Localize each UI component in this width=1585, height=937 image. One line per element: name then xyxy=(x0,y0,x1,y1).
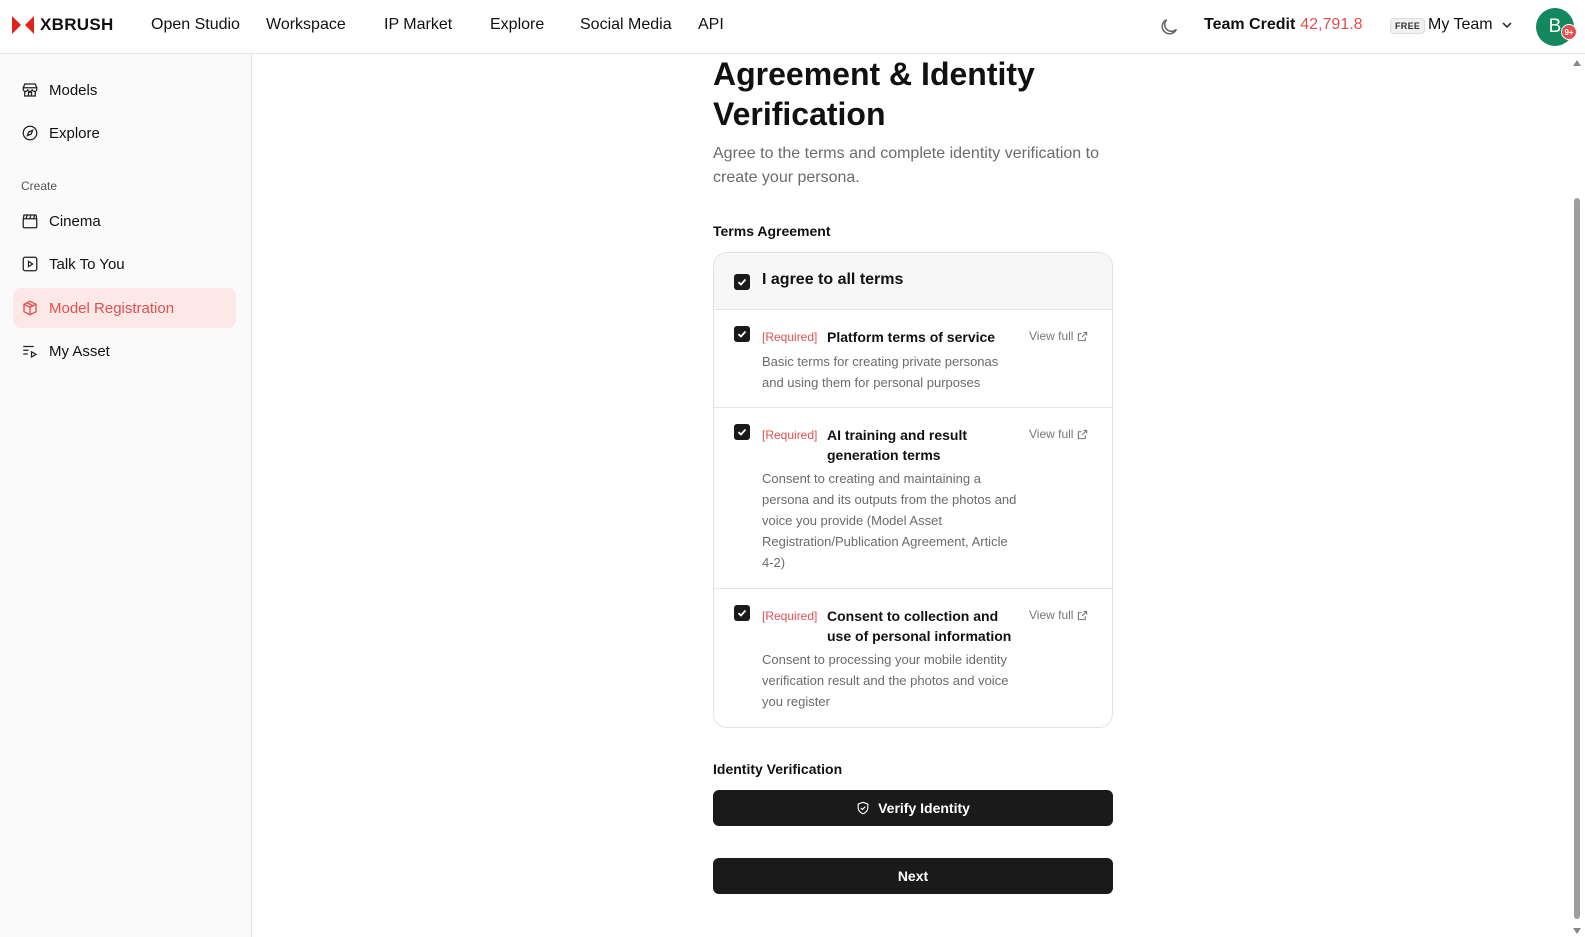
plan-badge: FREE xyxy=(1390,18,1426,34)
terms-agreement-label: Terms Agreement xyxy=(713,223,831,239)
agree-all-row[interactable]: I agree to all terms xyxy=(714,253,1112,310)
identity-verification-label: Identity Verification xyxy=(713,761,843,777)
moon-icon[interactable] xyxy=(1158,16,1180,38)
view-full-link[interactable]: View full xyxy=(1029,427,1088,441)
term-description: Consent to creating and maintaining a pe… xyxy=(762,471,1017,570)
sidebar-item-my-asset[interactable]: My Asset xyxy=(13,331,236,371)
top-navigation-bar: XBRUSH Open Studio Workspace IP Market E… xyxy=(0,0,1585,54)
external-link-icon xyxy=(1078,610,1088,620)
term-checkbox-ai-training[interactable] xyxy=(734,424,750,440)
box-icon xyxy=(23,300,37,316)
sidebar: Models Explore Create Cinema Talk To You… xyxy=(0,54,252,937)
team-selector[interactable]: My Team xyxy=(1428,16,1513,34)
play-square-icon xyxy=(22,256,38,272)
verify-identity-label: Verify Identity xyxy=(878,800,970,816)
team-credit-value: 42,791.8 xyxy=(1300,16,1363,33)
term-checkbox-platform[interactable] xyxy=(734,326,750,342)
check-icon xyxy=(737,609,747,617)
clapperboard-icon xyxy=(22,214,38,229)
term-item-ai-training: [Required] AI training and result genera… xyxy=(714,408,1112,589)
sidebar-item-model-registration[interactable]: Model Registration xyxy=(13,288,236,328)
team-credit-label: Team Credit xyxy=(1204,16,1296,33)
compass-icon xyxy=(22,125,38,141)
scroll-up-arrow[interactable] xyxy=(1573,60,1581,66)
check-icon xyxy=(737,330,747,338)
agree-all-checkbox[interactable] xyxy=(734,274,750,290)
sidebar-section-create: Create xyxy=(21,179,58,193)
nav-api[interactable]: API xyxy=(698,16,724,34)
xbrush-logo-icon xyxy=(12,16,34,34)
sidebar-item-explore[interactable]: Explore xyxy=(13,113,236,153)
view-full-link[interactable]: View full xyxy=(1029,329,1088,343)
shield-check-icon xyxy=(857,801,869,815)
next-button[interactable]: Next xyxy=(713,858,1113,894)
term-title: Consent to collection and use of persona… xyxy=(827,608,1012,644)
nav-ip-market[interactable]: IP Market xyxy=(384,16,452,34)
list-play-icon xyxy=(23,345,38,359)
term-item-platform: [Required] Platform terms of service Vie… xyxy=(714,310,1112,408)
brand-logo[interactable]: XBRUSH xyxy=(12,15,114,35)
term-item-personal-info: [Required] Consent to collection and use… xyxy=(714,589,1112,727)
nav-social-media[interactable]: Social Media xyxy=(580,16,672,34)
team-name: My Team xyxy=(1428,16,1493,33)
sidebar-item-talk-to-you[interactable]: Talk To You xyxy=(13,244,236,284)
verify-identity-button[interactable]: Verify Identity xyxy=(713,790,1113,826)
sidebar-item-label: My Asset xyxy=(49,342,110,360)
view-full-link[interactable]: View full xyxy=(1029,608,1088,622)
agree-all-label: I agree to all terms xyxy=(762,271,904,288)
scroll-thumb[interactable] xyxy=(1574,198,1580,919)
term-description: Basic terms for creating private persona… xyxy=(762,354,999,390)
view-full-label: View full xyxy=(1029,427,1074,441)
page-title: Agreement & Identity Verification xyxy=(713,56,1035,132)
page-subtitle: Agree to the terms and complete identity… xyxy=(713,145,1099,186)
view-full-label: View full xyxy=(1029,329,1074,343)
avatar[interactable]: B 9+ xyxy=(1536,8,1577,46)
chevron-down-icon xyxy=(1502,22,1512,29)
sidebar-item-label: Models xyxy=(49,81,98,99)
term-title: AI training and result generation terms xyxy=(827,427,968,463)
check-icon xyxy=(737,278,747,286)
term-title: Platform terms of service xyxy=(827,329,996,345)
sidebar-item-label: Explore xyxy=(49,124,100,142)
required-tag: [Required] xyxy=(762,330,818,344)
external-link-icon xyxy=(1078,429,1088,439)
team-credit: Team Credit 42,791.8 xyxy=(1204,16,1363,34)
scroll-down-arrow[interactable] xyxy=(1573,928,1581,934)
store-icon xyxy=(22,83,38,97)
external-link-icon xyxy=(1078,331,1088,341)
sidebar-item-cinema[interactable]: Cinema xyxy=(13,201,236,241)
check-icon xyxy=(737,428,747,436)
brand-name: XBRUSH xyxy=(40,15,114,34)
sidebar-item-models[interactable]: Models xyxy=(13,70,236,110)
sidebar-item-label: Talk To You xyxy=(49,255,125,273)
term-checkbox-personal-info[interactable] xyxy=(734,605,750,621)
notification-badge: 9+ xyxy=(1561,24,1577,40)
nav-explore[interactable]: Explore xyxy=(490,16,544,34)
avatar-letter: B xyxy=(1548,16,1562,37)
next-label: Next xyxy=(897,868,929,884)
sidebar-item-label: Model Registration xyxy=(49,299,175,317)
view-full-label: View full xyxy=(1029,608,1074,622)
nav-workspace[interactable]: Workspace xyxy=(266,16,346,34)
required-tag: [Required] xyxy=(762,609,818,623)
nav-open-studio[interactable]: Open Studio xyxy=(151,16,240,34)
page-scrollbar[interactable] xyxy=(1569,54,1585,937)
required-tag: [Required] xyxy=(762,428,818,442)
term-description: Consent to processing your mobile identi… xyxy=(762,652,1009,709)
terms-box: I agree to all terms [Required] Platform… xyxy=(713,252,1113,728)
sidebar-item-label: Cinema xyxy=(49,212,101,230)
